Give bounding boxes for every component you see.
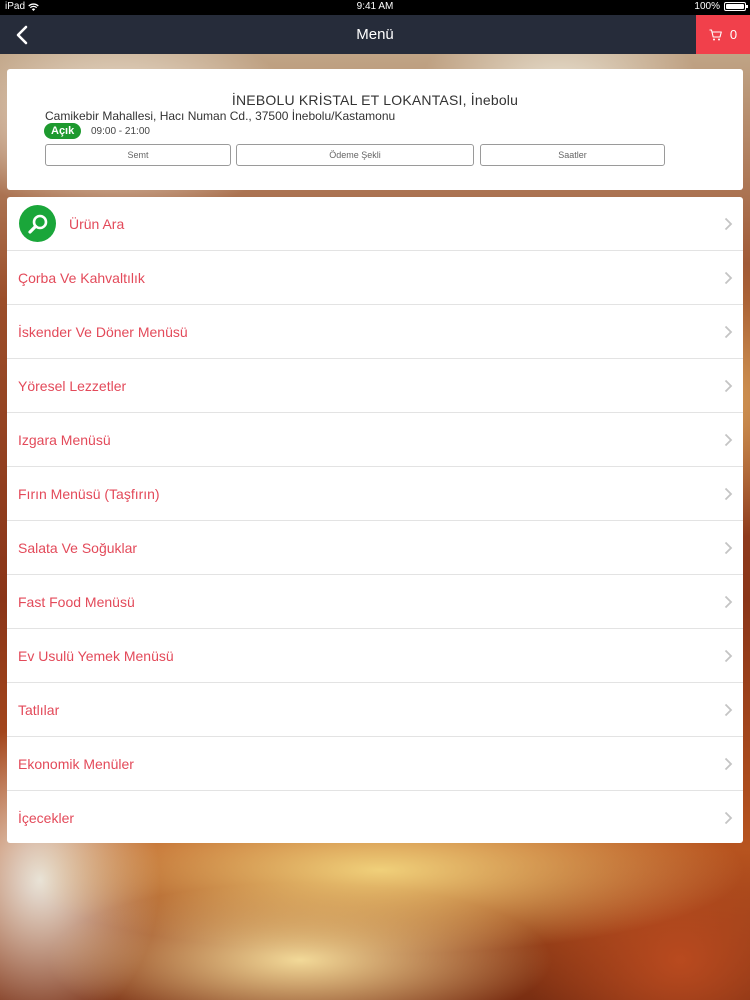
- page-title: Menü: [356, 26, 394, 43]
- status-bar: iPad 9:41 AM 100%: [0, 0, 750, 15]
- category-label: İskender Ve Döner Menüsü: [18, 323, 188, 340]
- category-item[interactable]: Izgara Menüsü: [7, 413, 743, 467]
- category-item[interactable]: Ekonomik Menüler: [7, 737, 743, 791]
- category-item[interactable]: Fast Food Menüsü: [7, 575, 743, 629]
- search-icon: [19, 205, 56, 242]
- search-products-item[interactable]: Ürün Ara: [7, 197, 743, 251]
- restaurant-info-card: İNEBOLU KRİSTAL ET LOKANTASI, İnebolu Ca…: [7, 69, 743, 190]
- category-label: İçecekler: [18, 810, 75, 826]
- chevron-right-icon: [724, 541, 733, 555]
- category-label: Fast Food Menüsü: [18, 593, 135, 610]
- category-label: Salata Ve Soğuklar: [18, 539, 138, 556]
- chevron-right-icon: [724, 649, 733, 663]
- category-item[interactable]: İskender Ve Döner Menüsü: [7, 305, 743, 359]
- category-label: Izgara Menüsü: [18, 431, 111, 448]
- category-item[interactable]: Fırın Menüsü (Taşfırın): [7, 467, 743, 521]
- chevron-right-icon: [724, 757, 733, 771]
- opening-hours: 09:00 - 21:00: [91, 126, 150, 137]
- cart-button[interactable]: 0: [696, 15, 750, 54]
- chevron-right-icon: [724, 811, 733, 825]
- category-label: Ekonomik Menüler: [18, 755, 134, 772]
- hours-button[interactable]: Saatler: [480, 144, 665, 166]
- category-item[interactable]: Ev Usulü Yemek Menüsü: [7, 629, 743, 683]
- chevron-right-icon: [724, 325, 733, 339]
- category-item[interactable]: Yöresel Lezzetler: [7, 359, 743, 413]
- restaurant-address: Camikebir Mahallesi, Hacı Numan Cd., 375…: [45, 109, 396, 123]
- open-status-badge: Açık: [44, 123, 82, 139]
- battery-percent: 100%: [694, 1, 720, 12]
- category-label: Çorba Ve Kahvaltılık: [18, 269, 145, 286]
- category-item[interactable]: Tatlılar: [7, 683, 743, 737]
- chevron-right-icon: [724, 217, 733, 231]
- chevron-right-icon: [724, 271, 733, 285]
- cart-icon: [709, 28, 722, 40]
- category-label: Fırın Menüsü (Taşfırın): [18, 485, 160, 502]
- chevron-right-icon: [724, 433, 733, 447]
- category-label: Ev Usulü Yemek Menüsü: [18, 647, 174, 664]
- chevron-right-icon: [724, 595, 733, 609]
- chevron-right-icon: [724, 703, 733, 717]
- search-products-label: Ürün Ara: [69, 215, 125, 232]
- navigation-bar: Menü 0: [0, 15, 750, 54]
- semt-button[interactable]: Semt: [45, 144, 231, 166]
- category-item[interactable]: İçecekler: [7, 791, 743, 843]
- payment-method-button[interactable]: Ödeme Şekli: [236, 144, 474, 166]
- cart-count: 0: [729, 27, 738, 42]
- status-time: 9:41 AM: [356, 1, 394, 12]
- restaurant-name: İNEBOLU KRİSTAL ET LOKANTASI, İnebolu: [231, 92, 519, 108]
- category-item[interactable]: Çorba Ve Kahvaltılık: [7, 251, 743, 305]
- battery-icon: [724, 2, 748, 11]
- category-label: Yöresel Lezzetler: [18, 377, 127, 394]
- chevron-right-icon: [724, 379, 733, 393]
- category-label: Tatlılar: [18, 701, 60, 718]
- category-item[interactable]: Salata Ve Soğuklar: [7, 521, 743, 575]
- menu-category-list: Ürün Ara Çorba Ve Kahvaltılık İskender V…: [7, 197, 743, 843]
- chevron-right-icon: [724, 487, 733, 501]
